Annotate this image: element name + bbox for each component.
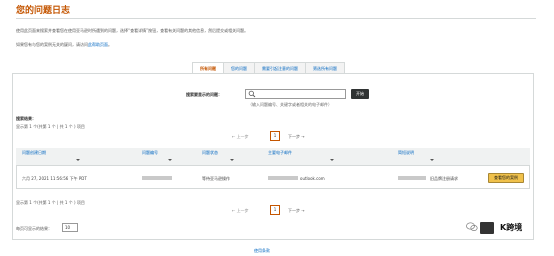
- cell-email-redacted: [268, 176, 298, 180]
- sort-email-icon[interactable]: [330, 159, 334, 161]
- cell-status: 等待亚马逊操作: [202, 176, 230, 181]
- results-count-bottom: 显示第 1 个(共第 1 个 | 共 1 个 ) 项目: [16, 200, 85, 205]
- pager-page-top[interactable]: 1: [270, 131, 280, 141]
- search-hint: （输入问题编号、关键字或者相关的电子邮件）: [248, 102, 332, 107]
- pager-next-bottom[interactable]: 下一步 →: [288, 208, 305, 213]
- wechat-icon: [466, 222, 478, 231]
- col-header-id[interactable]: 问题编号: [142, 150, 158, 155]
- pager-prev-bottom[interactable]: ← 上一步: [232, 208, 249, 213]
- cell-id-redacted: [142, 176, 172, 180]
- cell-created: 六月 27, 2021 11:56:56 下午 PDT: [22, 176, 87, 181]
- cell-summary: 旧品牌注册请求: [430, 176, 458, 181]
- search-icon: [248, 90, 256, 98]
- intro-text: 使用此页面来搜索并查看您在使用亚马逊时所遇到的问题，选择“查看详情”按钮，查看有…: [16, 28, 249, 33]
- watermark-text: K跨境: [500, 223, 523, 232]
- title-divider: [16, 18, 536, 19]
- sort-created-icon[interactable]: [76, 159, 80, 161]
- col-header-status[interactable]: 问题状态: [202, 150, 218, 155]
- intro-help-prefix: 如果您有与您的案例无关的疑问，请访问: [16, 42, 88, 47]
- per-page-value: 10: [65, 225, 71, 230]
- cell-summary-redacted: [398, 176, 426, 180]
- watermark-logo: [480, 222, 494, 234]
- cell-email: outlook.com: [300, 176, 325, 181]
- help-page-link[interactable]: 此帮助页面: [88, 42, 108, 47]
- sort-status-icon[interactable]: [230, 159, 234, 161]
- pager-prev-top[interactable]: ← 上一步: [232, 134, 249, 139]
- col-header-summary[interactable]: 简短说明: [398, 150, 414, 155]
- intro-help-text: 如果您有与您的案例无关的疑问，请访问此帮助页面。: [16, 42, 112, 47]
- page-title: 您的问题日志: [16, 6, 71, 16]
- search-input[interactable]: [245, 89, 346, 99]
- sort-id-icon[interactable]: [168, 159, 172, 161]
- results-count-top: 显示第 1 个(共第 1 个 | 共 1 个 ) 项目: [16, 124, 85, 129]
- search-label: 搜索要显示的问题：: [186, 92, 222, 97]
- results-title: 搜索结果：: [16, 116, 36, 121]
- pager-next-top[interactable]: 下一步 →: [288, 134, 305, 139]
- pager-page-bottom[interactable]: 1: [270, 205, 280, 215]
- view-case-button[interactable]: 查看您的案例: [488, 173, 524, 183]
- col-header-created[interactable]: 问题创建日期: [22, 150, 46, 155]
- per-page-select[interactable]: 10: [62, 223, 78, 232]
- search-button[interactable]: 开始: [351, 89, 369, 99]
- col-header-email[interactable]: 主要电子邮件: [268, 150, 292, 155]
- per-page-label: 每页可显示的结果：: [16, 226, 52, 231]
- sort-summary-icon[interactable]: [430, 159, 434, 161]
- terms-link[interactable]: 使用条款: [254, 248, 270, 253]
- intro-help-suffix: 。: [108, 42, 112, 47]
